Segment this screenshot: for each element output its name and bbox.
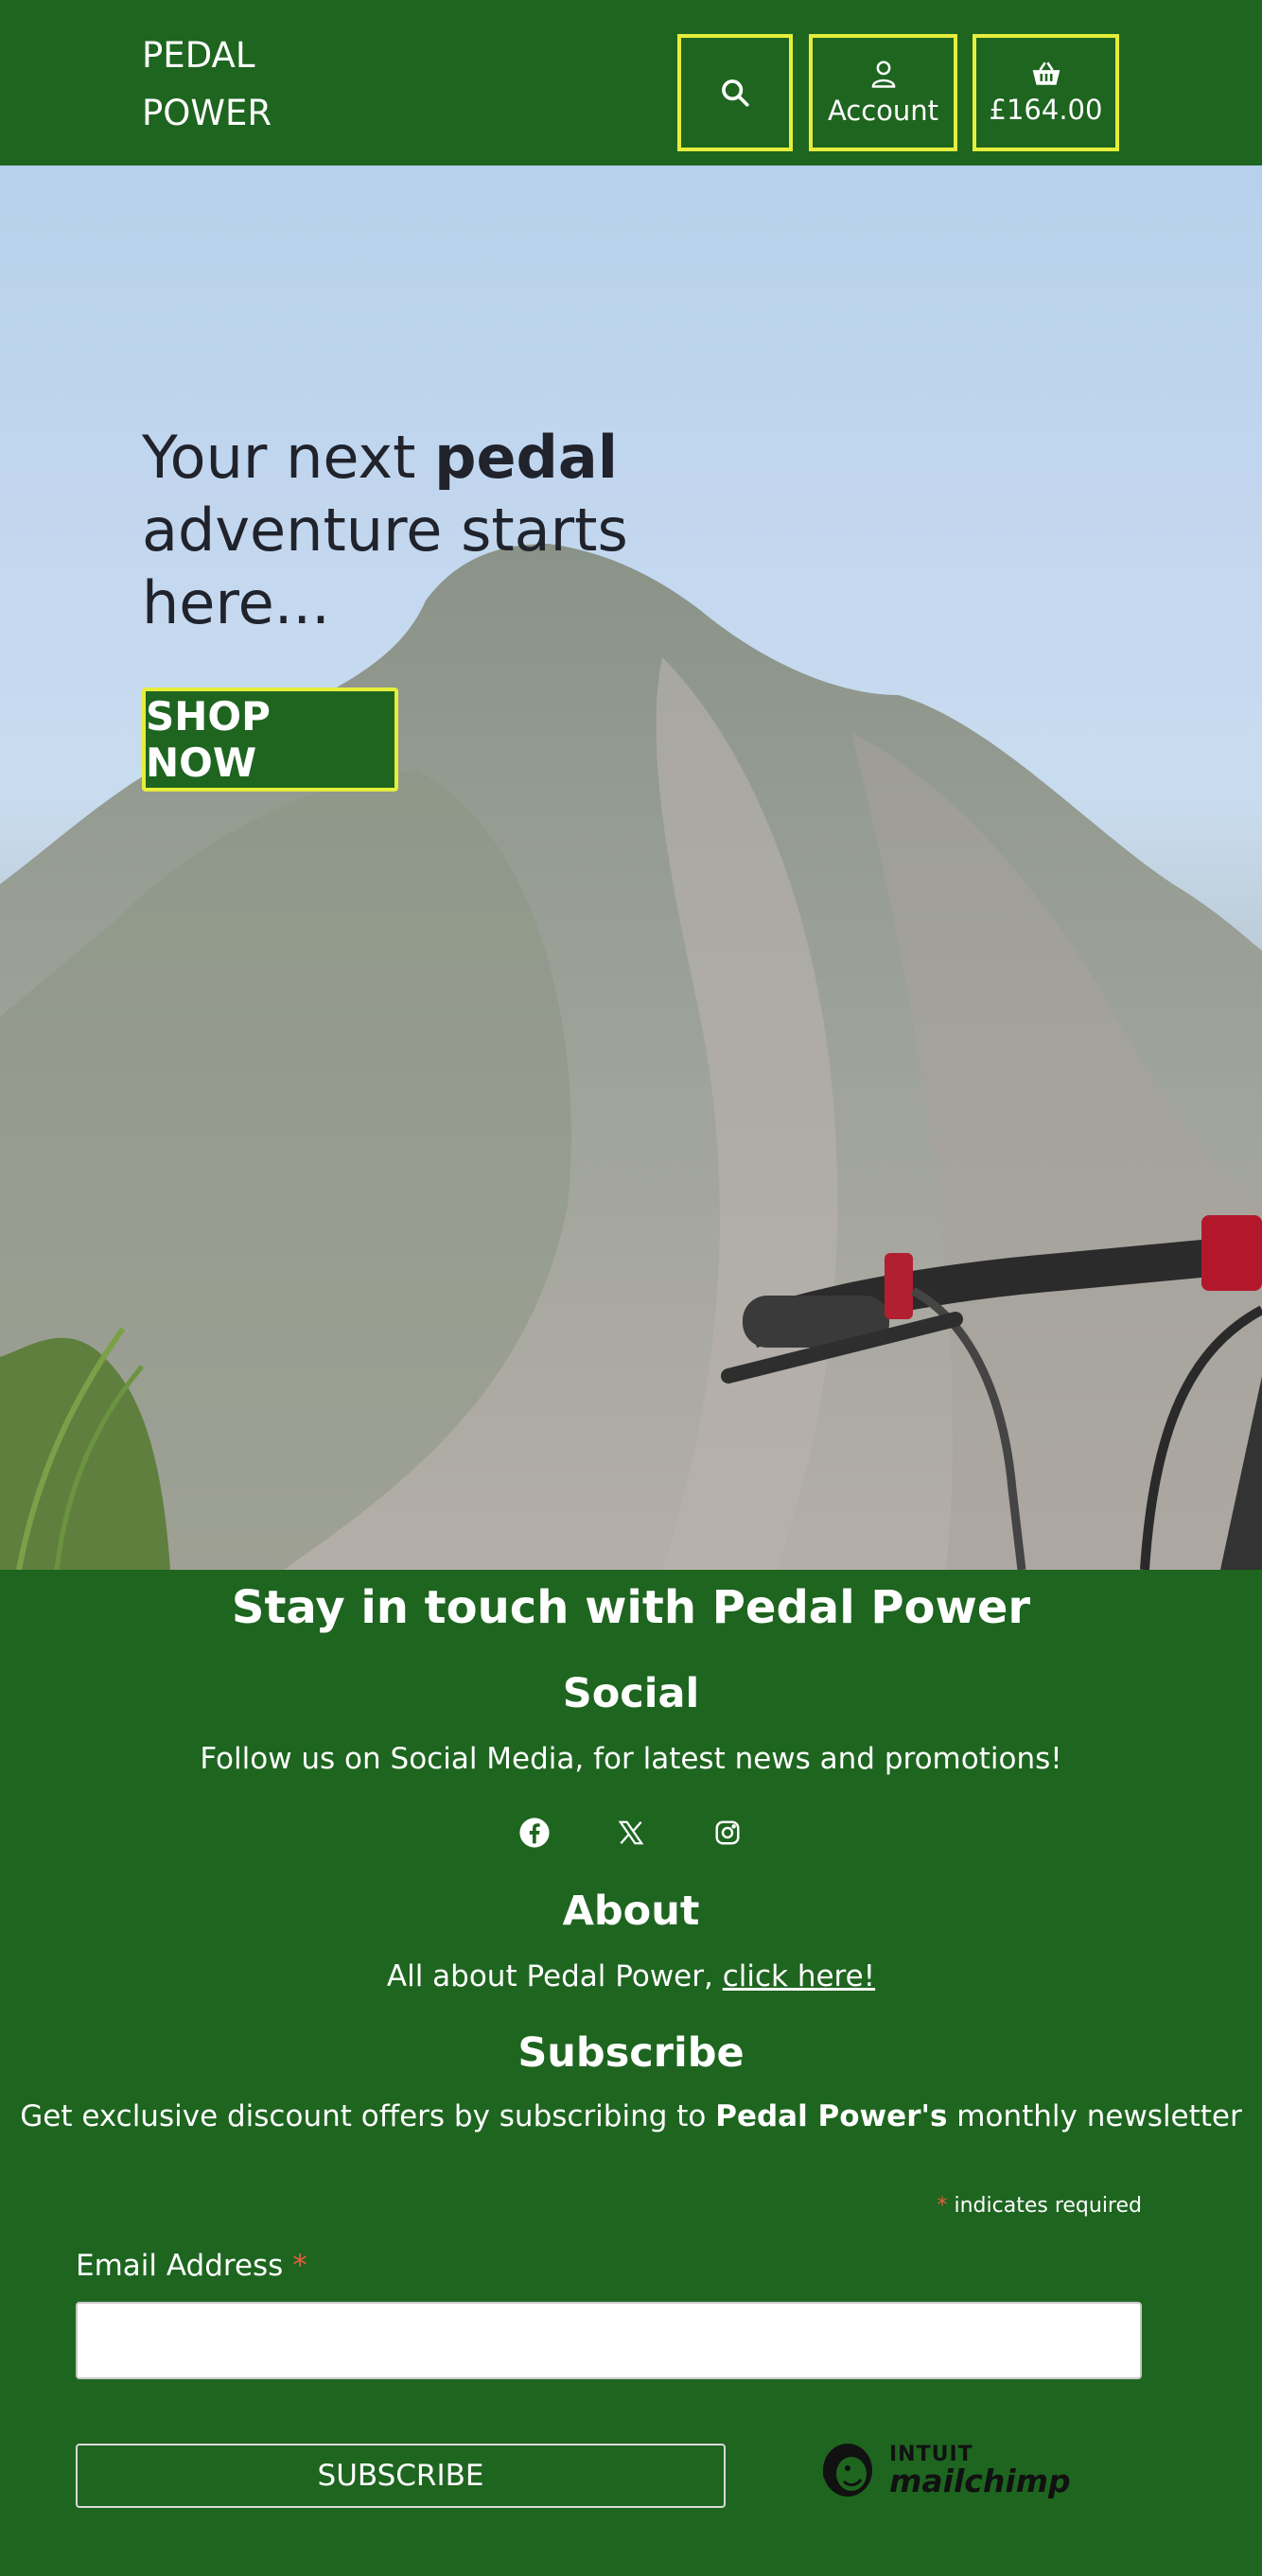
facebook-icon[interactable] [516,1814,553,1852]
hero-title-bold: pedal [434,423,619,492]
mailchimp-freddie-icon [819,2436,880,2504]
email-label: Email Address * [76,2249,307,2283]
x-icon[interactable] [612,1814,650,1852]
email-label-text: Email Address [76,2249,284,2283]
subscribe-button[interactable]: SUBSCRIBE [76,2444,726,2508]
subscribe-text-1: Get exclusive discount offers by subscri… [20,2099,716,2133]
mailchimp-badge[interactable]: INTUIT mailchimp [819,2436,1071,2504]
social-text: Follow us on Social Media, for latest ne… [200,1742,1062,1776]
user-icon [869,59,898,89]
about-text-label: All about Pedal Power, [386,1959,723,1993]
brand-logo[interactable]: PEDAL POWER [142,26,331,142]
email-required-star: * [292,2249,307,2283]
about-text: All about Pedal Power, click here! [0,1959,1262,1993]
hero-title-part-2: adventure starts here... [142,496,628,637]
subscribe-text: Get exclusive discount offers by subscri… [0,2099,1262,2133]
mailchimp-name: mailchimp [889,2462,1071,2499]
search-icon [719,77,751,109]
basket-button[interactable]: £164.00 [973,34,1119,151]
subscribe-text-bold: Pedal Power's [715,2099,948,2133]
brand-line-2: POWER [142,93,272,133]
basket-icon [1030,60,1062,88]
social-links [0,1814,1262,1852]
hero-background-image [0,544,1262,1570]
required-star: * [937,2194,948,2218]
shop-now-button[interactable]: SHOP NOW [142,688,398,792]
search-button[interactable] [677,34,793,151]
basket-total: £164.00 [989,94,1103,126]
about-link[interactable]: click here! [723,1959,875,1993]
stay-in-touch-heading: Stay in touch with Pedal Power [231,1581,1031,1634]
subscribe-heading: Subscribe [517,2029,745,2077]
subscribe-text-2: monthly newsletter [947,2099,1242,2133]
required-note: * indicates required [662,2194,1143,2218]
hero-title-part-1: Your next [142,423,435,492]
about-heading: About [562,1888,700,1935]
hero-title: Your next pedal adventure starts here... [142,421,728,639]
site-header: PEDAL POWER Account £164.00 [0,0,1262,165]
mailchimp-wordmark: INTUIT mailchimp [889,2444,1071,2499]
account-button[interactable]: Account [809,34,957,151]
brand-line-1: PEDAL [142,35,255,76]
hero-banner: Your next pedal adventure starts here...… [0,165,1262,1570]
instagram-icon[interactable] [709,1814,746,1852]
email-input[interactable] [76,2302,1142,2379]
account-label: Account [827,95,939,127]
social-heading: Social [562,1670,700,1717]
required-note-text: indicates required [947,2194,1142,2218]
